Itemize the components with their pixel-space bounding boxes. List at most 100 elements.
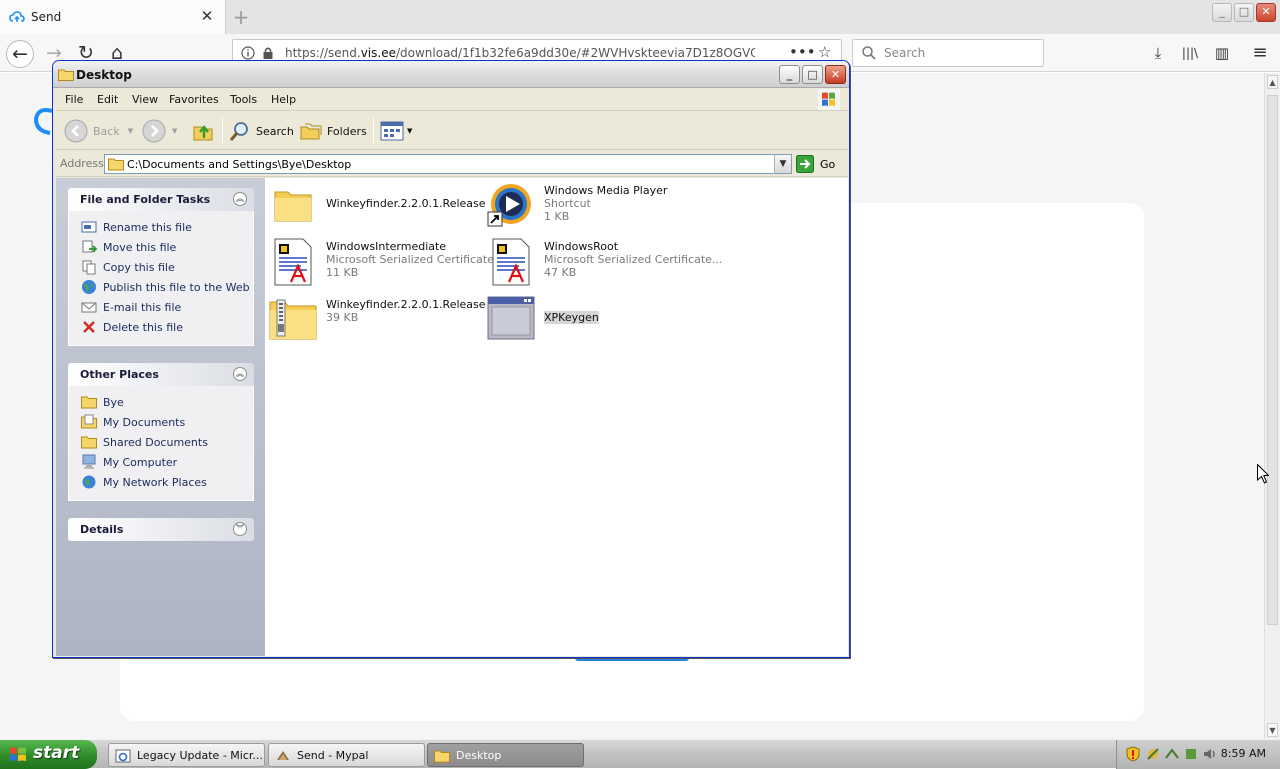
close-button[interactable]: ✕: [1256, 3, 1276, 22]
file-item[interactable]: Winkeyfinder.2.2.0.1.Release: [269, 182, 486, 232]
taskbar-item-send-mypal[interactable]: Send - Mypal: [268, 743, 425, 767]
file-item-selected[interactable]: XPKeygen: [487, 296, 702, 346]
expand-chevron-icon[interactable]: ︾: [233, 522, 247, 536]
panel-title: Details: [80, 523, 124, 536]
url-text[interactable]: https://send.vis.ee/download/1f1b32fe6a9…: [285, 46, 755, 60]
zip-folder-icon: [269, 299, 317, 340]
place-my-network-places[interactable]: My Network Places: [81, 472, 253, 492]
panel-header[interactable]: Details ︾: [68, 518, 254, 541]
system-tray: 8:59 AM: [1116, 740, 1280, 769]
task-rename[interactable]: Rename this file: [81, 217, 253, 237]
hamburger-menu-icon[interactable]: ≡: [1249, 43, 1271, 63]
sidebar-icon[interactable]: ▥: [1211, 43, 1233, 63]
file-item[interactable]: Windows Media Player Shortcut 1 KB: [487, 182, 702, 232]
address-label: Address: [60, 157, 104, 170]
menu-edit[interactable]: Edit: [97, 93, 118, 106]
panel-header[interactable]: Other Places ︽: [68, 363, 254, 386]
explorer-minimize-button[interactable]: _: [779, 65, 800, 84]
file-name: WindowsIntermediate: [326, 240, 447, 253]
file-name: WindowsRoot: [544, 240, 619, 253]
folder-icon: [81, 396, 97, 409]
file-name: XPKeygen: [544, 311, 599, 324]
collapse-chevron-icon[interactable]: ︽: [233, 192, 247, 206]
menu-help[interactable]: Help: [271, 93, 296, 106]
collapse-chevron-icon[interactable]: ︽: [233, 367, 247, 381]
menu-file[interactable]: File: [65, 93, 83, 106]
file-name: Winkeyfinder.2.2.0.1.Release: [326, 197, 486, 210]
task-move[interactable]: Move this file: [81, 237, 253, 257]
place-my-computer[interactable]: My Computer: [81, 452, 253, 472]
file-item[interactable]: WindowsIntermediate Microsoft Serialized…: [269, 238, 504, 288]
taskbar-item-legacy-update[interactable]: Legacy Update - Micr...: [108, 743, 265, 767]
menu-view[interactable]: View: [132, 93, 158, 106]
task-email[interactable]: E-mail this file: [81, 297, 253, 317]
address-bar: Address C:\Documents and Settings\Bye\De…: [56, 151, 848, 177]
folders-button[interactable]: Folders: [299, 119, 367, 143]
windows-flag-icon: [10, 747, 26, 761]
copy-icon: [82, 260, 96, 275]
address-dropdown-icon[interactable]: ▼: [774, 155, 791, 173]
minimize-button[interactable]: _: [1212, 3, 1232, 22]
browser-tab-send[interactable]: Send ✕: [0, 0, 226, 34]
views-button[interactable]: ▼: [380, 119, 412, 143]
info-icon[interactable]: [241, 46, 255, 60]
new-tab-button[interactable]: +: [230, 6, 252, 28]
bookmark-star-icon[interactable]: ☆: [818, 43, 831, 61]
taskbar-item-desktop[interactable]: Desktop: [427, 743, 584, 767]
search-icon: [862, 46, 876, 60]
task-publish[interactable]: Publish this file to the Web: [81, 277, 253, 297]
library-icon[interactable]: |||\: [1179, 43, 1201, 63]
folders-icon: [300, 123, 322, 140]
lock-icon[interactable]: [261, 46, 275, 60]
browser-search-input[interactable]: Search: [852, 39, 1044, 67]
task-delete[interactable]: Delete this file: [81, 317, 253, 337]
address-input[interactable]: C:\Documents and Settings\Bye\Desktop ▼: [104, 154, 792, 174]
task-copy[interactable]: Copy this file: [81, 257, 253, 277]
go-button[interactable]: Go: [796, 154, 835, 174]
search-icon: [229, 122, 248, 141]
file-type: Shortcut: [544, 197, 591, 210]
forward-button[interactable]: ▼: [142, 119, 177, 143]
explorer-title: Desktop: [76, 68, 132, 82]
page-actions-icon[interactable]: •••: [789, 43, 816, 61]
browser-tab-strip: Send ✕ + _ □ ✕: [0, 0, 1280, 34]
application-icon: [487, 296, 535, 340]
file-size: 11 KB: [326, 266, 359, 279]
volume-icon[interactable]: [1202, 746, 1218, 762]
maximize-button[interactable]: □: [1234, 3, 1254, 22]
file-item[interactable]: WindowsRoot Microsoft Serialized Certifi…: [487, 238, 722, 288]
explorer-menu-bar: File Edit View Favorites Tools Help: [56, 89, 848, 111]
page-scrollbar[interactable]: ▲ ▼: [1264, 73, 1280, 739]
up-folder-icon: [193, 125, 213, 141]
tray-app-icon[interactable]: [1183, 746, 1199, 762]
security-shield-icon[interactable]: [1125, 746, 1141, 762]
file-item[interactable]: Winkeyfinder.2.2.0.1.Release 39 KB: [269, 296, 486, 346]
place-shared-documents[interactable]: Shared Documents: [81, 432, 253, 452]
back-button[interactable]: Back ▼: [64, 119, 133, 143]
place-bye[interactable]: Bye: [81, 392, 253, 412]
search-button[interactable]: Search: [228, 119, 294, 143]
place-my-documents[interactable]: My Documents: [81, 412, 253, 432]
explorer-close-button[interactable]: ✕: [825, 65, 846, 84]
address-path: C:\Documents and Settings\Bye\Desktop: [127, 158, 352, 171]
start-button[interactable]: start: [0, 740, 97, 769]
network-tray-icon[interactable]: [1164, 746, 1180, 762]
scroll-down-icon[interactable]: ▼: [1267, 723, 1278, 737]
downloads-icon[interactable]: ⤓: [1147, 43, 1169, 63]
tray-app-icon[interactable]: [1145, 746, 1161, 762]
up-folder-button[interactable]: [191, 119, 215, 143]
scroll-up-icon[interactable]: ▲: [1267, 75, 1278, 89]
file-type: Microsoft Serialized Certificate...: [544, 253, 723, 266]
explorer-maximize-button[interactable]: □: [802, 65, 823, 84]
back-arrow-icon: [64, 119, 88, 143]
menu-tools[interactable]: Tools: [230, 93, 257, 106]
scroll-thumb[interactable]: [1267, 95, 1278, 625]
file-folder-tasks-panel: File and Folder Tasks ︽ Rename this file…: [68, 188, 254, 346]
panel-header[interactable]: File and Folder Tasks ︽: [68, 188, 254, 211]
tab-close-icon[interactable]: ✕: [199, 8, 215, 24]
explorer-title-bar[interactable]: Desktop _ □ ✕: [53, 61, 849, 88]
folder-icon: [58, 69, 74, 81]
menu-favorites[interactable]: Favorites: [169, 93, 219, 106]
file-list: Winkeyfinder.2.2.0.1.Release Windows Med…: [265, 178, 848, 656]
back-button[interactable]: ←: [6, 40, 34, 68]
